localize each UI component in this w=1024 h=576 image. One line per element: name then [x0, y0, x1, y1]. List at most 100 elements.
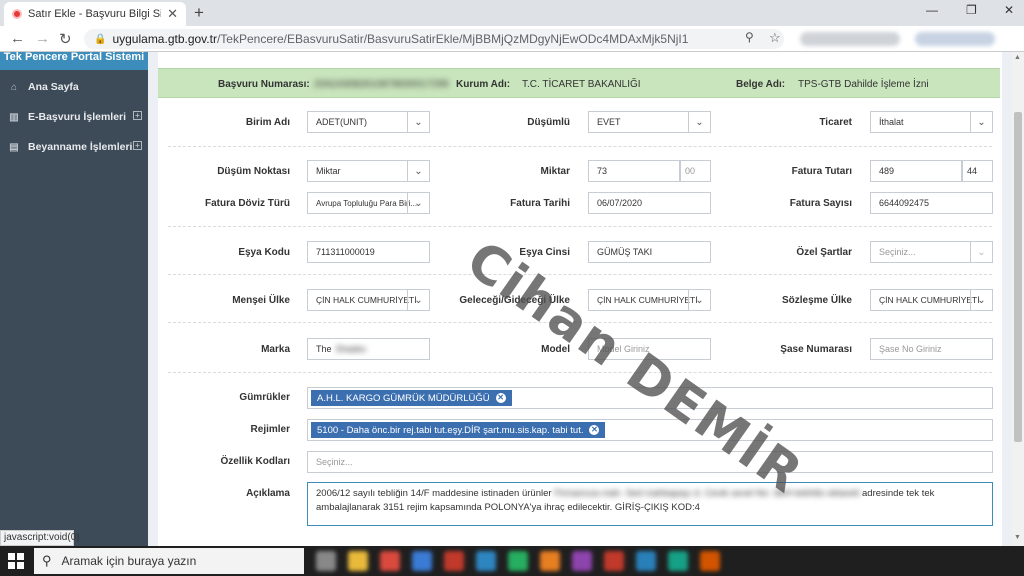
taskbar-app-icons [316, 551, 720, 571]
remove-tag-icon[interactable]: ✕ [495, 393, 506, 403]
ticaret-select[interactable]: İthalat ⌄ [870, 111, 993, 133]
fatura-tarihi-label: Fatura Tarihi [510, 198, 570, 209]
miktar-decimal-input[interactable]: 00 [680, 160, 711, 182]
divider [168, 372, 992, 373]
form-panel: Başvuru Numarası: 20A2430826108780000172… [158, 52, 1002, 546]
document-icon: ▤ [9, 141, 19, 153]
ozellik-kodlari-label: Özellik Kodları [220, 456, 290, 467]
gumrukler-multiselect[interactable]: A.H.L. KARGO GÜMRÜK MÜDÜRLÜĞÜ ✕ [307, 387, 993, 409]
fatura-tutari-label: Fatura Tutarı [791, 166, 852, 177]
chart-icon: ▥ [9, 111, 19, 123]
page-scrollbar[interactable]: ▲ ▼ [1012, 52, 1024, 546]
fatura-sayisi-input[interactable]: 6644092475 [870, 192, 993, 214]
sidebar-item-e-basvuru[interactable]: ▥ E-Başvuru İşlemleri + [0, 102, 148, 132]
app-icon[interactable] [444, 551, 464, 571]
zoom-icon[interactable]: ⚲ [745, 30, 754, 44]
basvuru-value: 20A243082610878000017299 [314, 79, 449, 90]
esya-cinsi-label: Eşya Cinsi [519, 247, 570, 258]
task-view-icon[interactable] [316, 551, 336, 571]
birim-adi-label: Birim Adı [245, 117, 290, 128]
fatura-doviz-label: Fatura Döviz Türü [204, 198, 290, 209]
edge-icon[interactable] [412, 551, 432, 571]
app-icon[interactable] [572, 551, 592, 571]
app-icon[interactable] [636, 551, 656, 571]
ozel-sartlar-label: Özel Şartlar [796, 247, 852, 258]
reload-icon[interactable]: ↻ [59, 30, 72, 48]
app-icon[interactable] [476, 551, 496, 571]
ozel-sartlar-select[interactable]: Seçiniz... ⌄ [870, 241, 993, 263]
bookmark-star-icon[interactable]: ☆ [769, 30, 781, 46]
fatura-doviz-select[interactable]: Avrupa Topluluğu Para Biri... ⌄ [307, 192, 430, 214]
ticaret-label: Ticaret [819, 117, 852, 128]
url-text: uygulama.gtb.gov.tr/TekPencere/EBasvuruS… [112, 32, 689, 46]
dusumlu-label: Düşümlü [527, 117, 570, 128]
birim-adi-select[interactable]: ADET(UNIT) ⌄ [307, 111, 430, 133]
main-area: Başvuru Numarası: 20A2430826108780000172… [148, 52, 1012, 546]
app-icon[interactable] [508, 551, 528, 571]
esya-cinsi-input[interactable]: GÜMÜŞ TAKI [588, 241, 711, 263]
chevron-down-icon: ⌄ [688, 112, 710, 132]
window-close-button[interactable]: ✕ [1004, 3, 1014, 17]
sidebar-item-ana-sayfa[interactable]: ⌂ Ana Sayfa [0, 72, 148, 102]
sase-no-input[interactable]: Şase No Giriniz [870, 338, 993, 360]
expand-plus-icon[interactable]: + [133, 111, 142, 120]
chrome-icon[interactable] [380, 551, 400, 571]
model-input[interactable]: Model Giriniz [588, 338, 711, 360]
lock-icon: 🔒 [94, 33, 107, 45]
scroll-thumb[interactable] [1014, 112, 1022, 442]
divider [168, 274, 992, 275]
fatura-tarihi-input[interactable]: 06/07/2020 [588, 192, 711, 214]
profile-avatar[interactable] [915, 32, 995, 46]
app-icon[interactable] [668, 551, 688, 571]
mensei-ulke-select[interactable]: ÇİN HALK CUMHURİYETİ ⌄ [307, 289, 430, 311]
extensions-icon[interactable] [800, 32, 900, 46]
tab-close-icon[interactable]: ✕ [167, 6, 178, 22]
app-icon[interactable] [700, 551, 720, 571]
ozellik-kodlari-multiselect[interactable]: Seçiniz... [307, 451, 993, 473]
browser-tab[interactable]: Satır Ekle - Başvuru Bilgi Sistemi ✕ [4, 2, 186, 26]
back-arrow-icon[interactable]: ← [10, 30, 25, 47]
minimize-button[interactable]: — [926, 3, 938, 17]
app-icon[interactable] [540, 551, 560, 571]
divider [168, 322, 992, 323]
miktar-label: Miktar [540, 166, 570, 177]
sidebar: Tek Pencere Portal Sistemi ⌂ Ana Sayfa ▥… [0, 52, 148, 546]
divider [168, 226, 992, 227]
scroll-down-icon[interactable]: ▼ [1014, 534, 1021, 541]
remove-tag-icon[interactable]: ✕ [589, 425, 600, 435]
fatura-tutari-decimal-input[interactable]: 44 [962, 160, 993, 182]
expand-plus-icon[interactable]: + [133, 141, 142, 150]
rejimler-multiselect[interactable]: 5100 - Daha önc.bir rej.tabi tut.eşy.DİR… [307, 419, 993, 441]
dusum-noktasi-select[interactable]: Miktar ⌄ [307, 160, 430, 182]
fatura-tutari-input[interactable]: 489 [870, 160, 962, 182]
windows-start-icon[interactable] [8, 553, 24, 569]
home-icon: ⌂ [10, 81, 18, 93]
forward-arrow-icon[interactable]: → [35, 30, 50, 47]
marka-input[interactable]: The Shades [307, 338, 430, 360]
kurum-value: T.C. TİCARET BAKANLIĞI [522, 79, 641, 90]
sidebar-item-label: E-Başvuru İşlemleri [28, 111, 127, 123]
taskbar-search-box[interactable]: ⚲ Aramak için buraya yazın [34, 548, 304, 574]
taskbar-search-placeholder: Aramak için buraya yazın [61, 554, 197, 568]
rejimler-label: Rejimler [250, 424, 290, 435]
url-field[interactable]: 🔒 uygulama.gtb.gov.tr/TekPencere/EBasvur… [84, 29, 784, 49]
dusumlu-select[interactable]: EVET ⌄ [588, 111, 711, 133]
scroll-up-icon[interactable]: ▲ [1014, 54, 1021, 61]
file-explorer-icon[interactable] [348, 551, 368, 571]
sidebar-item-label: Ana Sayfa [28, 81, 79, 93]
sidebar-item-beyanname[interactable]: ▤ Beyanname İşlemleri + [0, 132, 148, 162]
esya-kodu-input[interactable]: 711311000019 [307, 241, 430, 263]
maximize-button[interactable]: ❐ [966, 3, 977, 17]
miktar-input[interactable]: 73 [588, 160, 680, 182]
aciklama-textarea[interactable]: 2006/12 sayılı tebliğin 14/F maddesine i… [307, 482, 993, 526]
sidebar-header: Tek Pencere Portal Sistemi [0, 52, 148, 70]
site-favicon-icon [12, 9, 22, 19]
app-icon[interactable] [604, 551, 624, 571]
sozlesme-ulke-select[interactable]: ÇİN HALK CUMHURİYETİ ⌄ [870, 289, 993, 311]
aciklama-label: Açıklama [246, 488, 290, 499]
gelecegi-ulke-label: Geleceği/Gideceği Ülke [459, 295, 570, 306]
mensei-ulke-label: Menşei Ülke [232, 295, 290, 306]
chevron-down-icon: ⌄ [407, 290, 429, 310]
gelecegi-ulke-select[interactable]: ÇİN HALK CUMHURİYETİ ⌄ [588, 289, 711, 311]
new-tab-button[interactable]: + [194, 3, 204, 23]
